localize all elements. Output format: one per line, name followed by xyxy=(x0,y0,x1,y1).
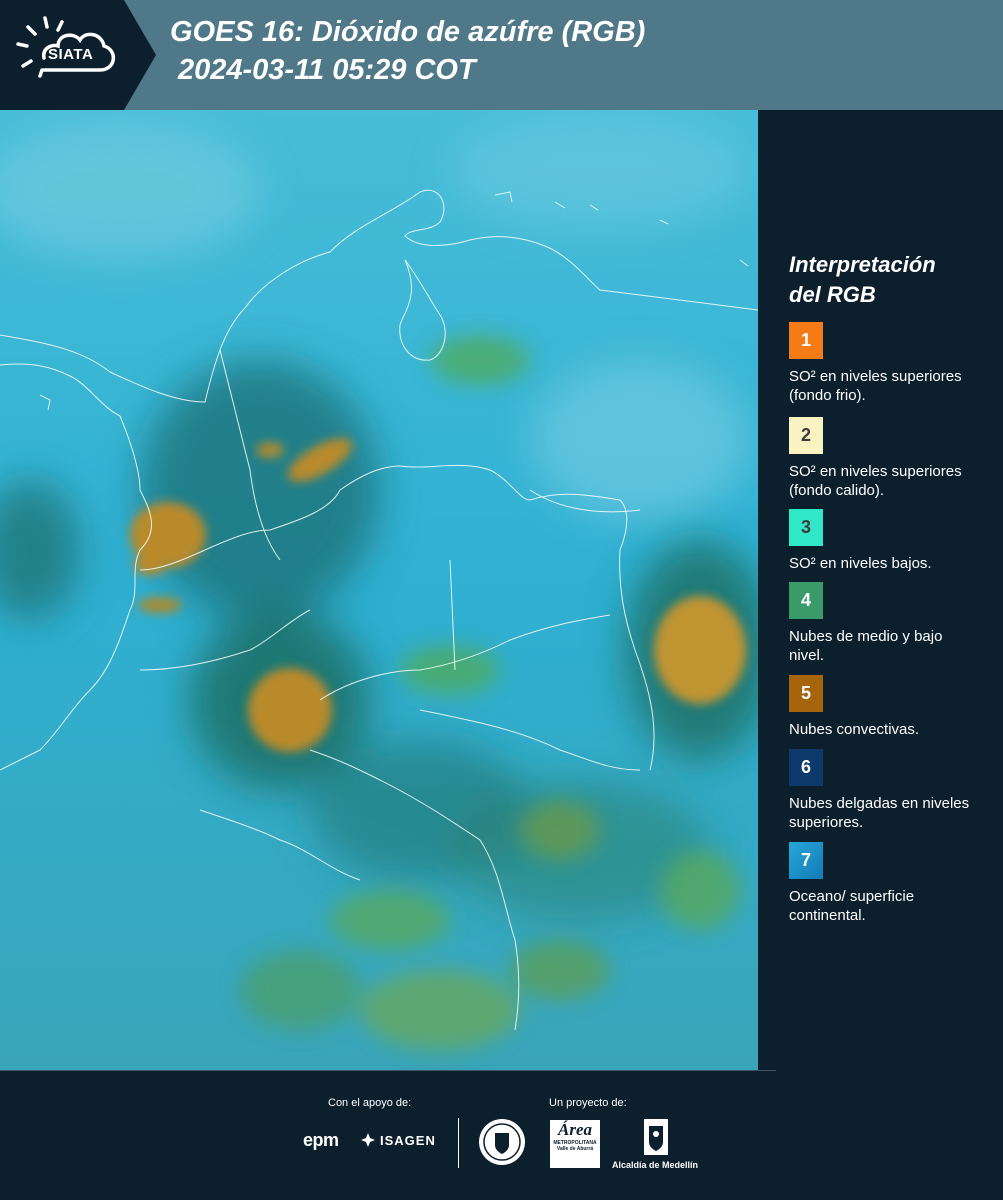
legend-title-line2: del RGB xyxy=(789,282,876,307)
page-title: GOES 16: Dióxido de azúfre (RGB) xyxy=(170,16,646,48)
legend-title: Interpretación del RGB xyxy=(789,250,989,310)
legend-label-7: Oceano/ superficie continental. xyxy=(789,888,915,924)
legend-swatch-6: 6 xyxy=(789,749,823,786)
legend-title-line1: Interpretación xyxy=(789,252,936,277)
legend-swatch-2: 2 xyxy=(789,417,823,454)
legend-label-6: Nubes delgadas en niveles superiores. xyxy=(789,795,970,831)
legend-label-1: SO² en niveles superiores (fondo frio). xyxy=(789,368,962,404)
isagen-logo-text: ISAGEN xyxy=(380,1132,436,1148)
area-logo-mark: Área xyxy=(558,1120,592,1139)
timestamp: 2024-03-11 05:29 COT xyxy=(178,54,476,86)
epm-logo: epm xyxy=(303,1130,339,1150)
siata-logo: SIATA xyxy=(0,0,156,110)
legend-label-4: Nubes de medio y bajo nivel. xyxy=(789,628,943,664)
project-label: Un proyecto de: xyxy=(549,1097,627,1109)
footer-vertical-divider xyxy=(458,1118,459,1168)
area-logo-sub: METROPOLITANA Valle de Aburrá xyxy=(553,1140,597,1152)
alcaldia-label: Alcaldía de Medellín xyxy=(612,1160,699,1170)
header-bar: SIATA GOES 16: Dióxido de azúfre (RGB) 2… xyxy=(0,0,1003,110)
support-label: Con el apoyo de: xyxy=(328,1097,412,1109)
legend-item-5: 5 Nubes convectivas. xyxy=(789,675,979,739)
legend-label-2: SO² en niveles superiores (fondo calido)… xyxy=(789,463,962,499)
legend-swatch-7: 7 xyxy=(789,842,823,879)
isagen-mark-icon xyxy=(361,1133,375,1147)
footer-divider-line xyxy=(0,1070,776,1071)
isagen-logo: ISAGEN xyxy=(360,1132,436,1148)
legend-item-7: 7 Oceano/ superficie continental. xyxy=(789,842,979,925)
legend-item-2: 2 SO² en niveles superiores (fondo calid… xyxy=(789,417,979,500)
satellite-map xyxy=(0,110,758,1070)
siata-logo-text: SIATA xyxy=(48,46,94,63)
legend-swatch-1: 1 xyxy=(789,322,823,359)
legend-item-6: 6 Nubes delgadas en niveles superiores. xyxy=(789,749,979,832)
legend-swatch-5: 5 xyxy=(789,675,823,712)
legend-item-1: 1 SO² en niveles superiores (fondo frio)… xyxy=(789,322,979,405)
legend-label-5: Nubes convectivas. xyxy=(789,721,920,738)
legend-item-4: 4 Nubes de medio y bajo nivel. xyxy=(789,582,979,665)
legend-item-3: 3 SO² en niveles bajos. xyxy=(789,509,979,573)
medellin-seal-icon xyxy=(479,1119,525,1165)
area-metropolitana-logo: Área METROPOLITANA Valle de Aburrá xyxy=(550,1120,600,1168)
alcaldia-emblem-icon xyxy=(644,1119,668,1155)
legend-label-3: SO² en niveles bajos. xyxy=(789,555,932,572)
rgb-composite-image xyxy=(0,110,758,1070)
legend-swatch-3: 3 xyxy=(789,509,823,546)
legend-swatch-4: 4 xyxy=(789,582,823,619)
